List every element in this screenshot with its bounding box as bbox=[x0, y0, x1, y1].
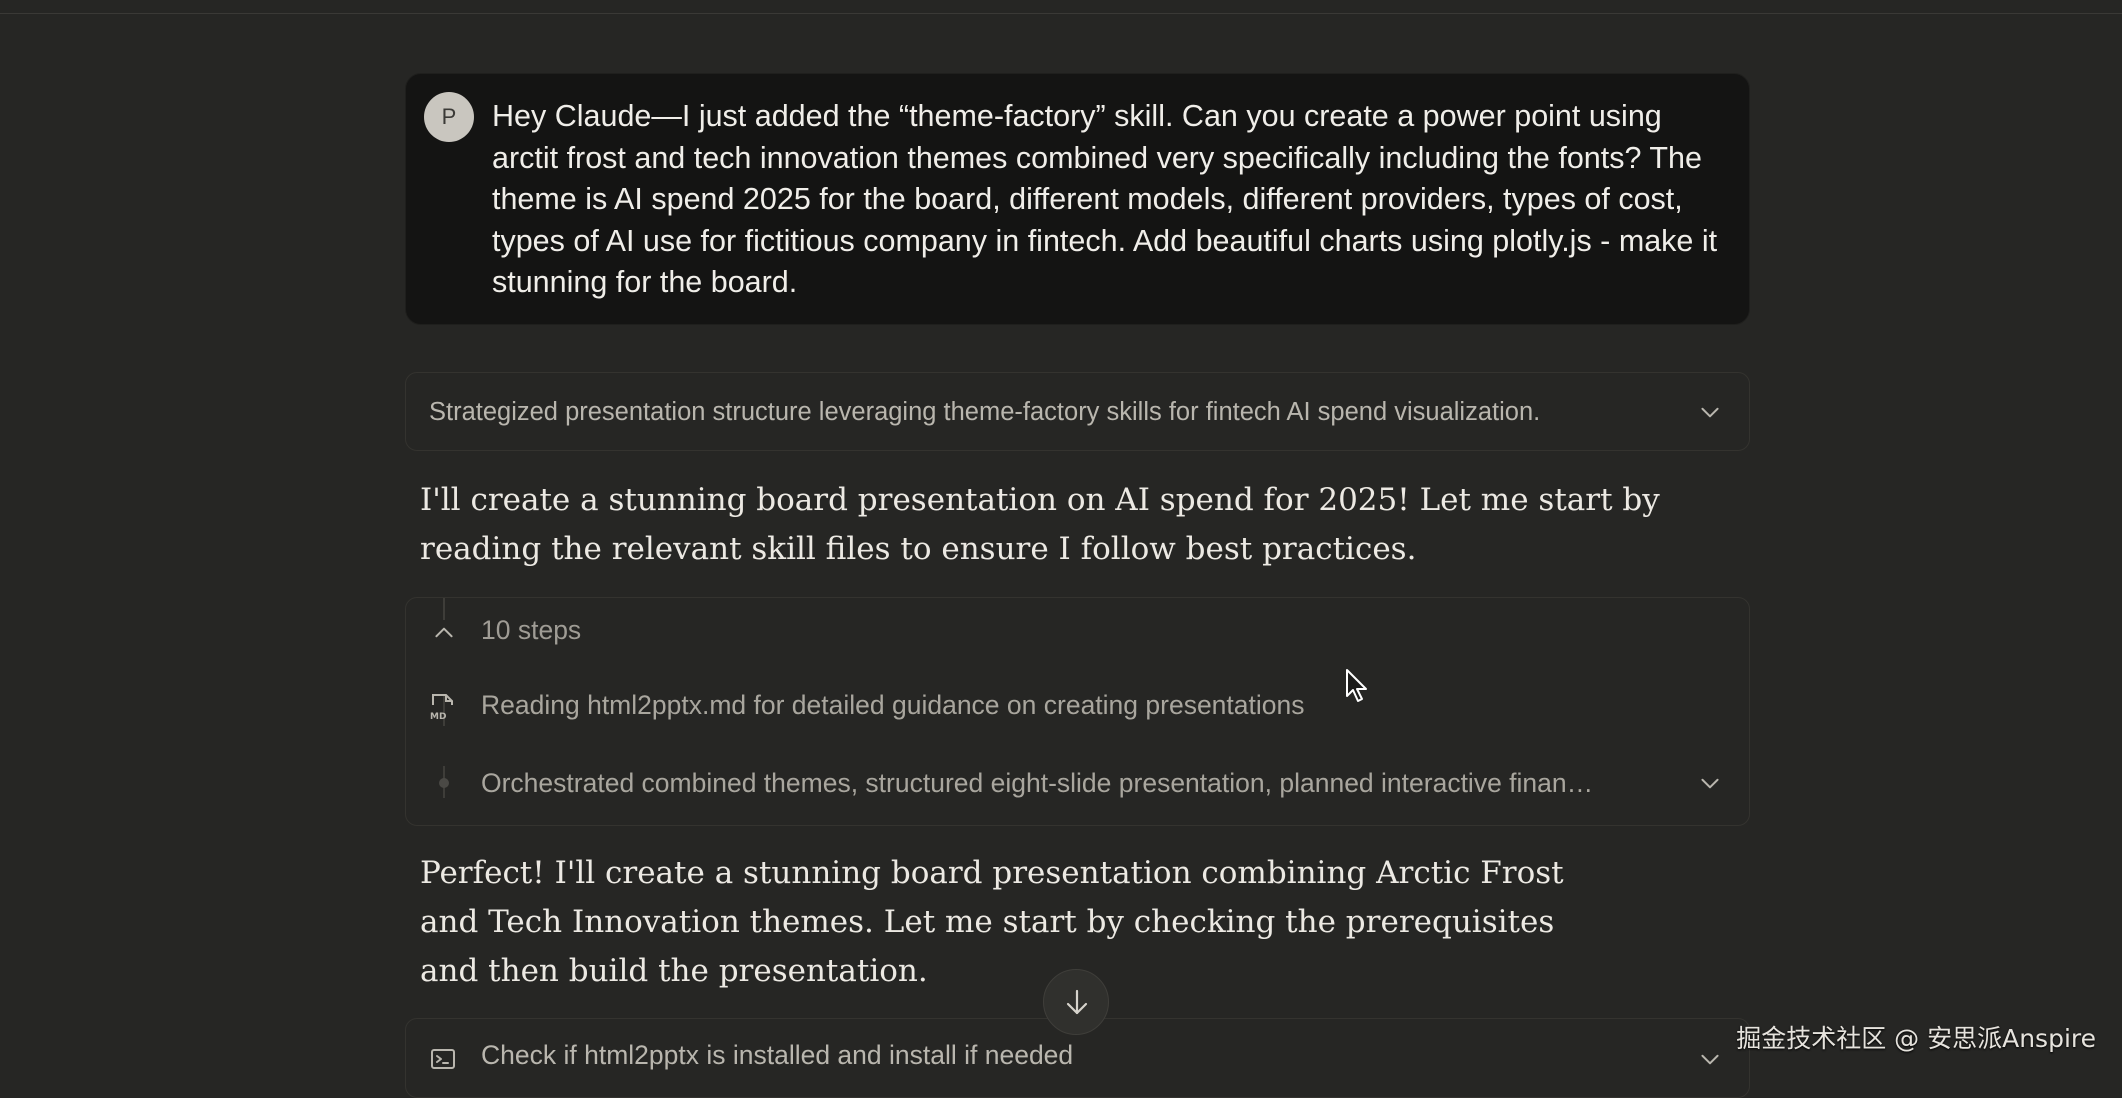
scroll-to-bottom-button[interactable] bbox=[1043, 969, 1109, 1035]
thinking-summary-text: Strategized presentation structure lever… bbox=[429, 398, 1541, 426]
chevron-up-icon[interactable] bbox=[431, 620, 457, 646]
dot-icon bbox=[439, 778, 449, 788]
user-avatar: P bbox=[424, 92, 474, 142]
svg-text:MD: MD bbox=[430, 712, 446, 722]
chevron-down-icon bbox=[1697, 399, 1723, 425]
terminal-icon bbox=[430, 1047, 456, 1071]
top-divider bbox=[0, 13, 2122, 14]
chevron-down-icon[interactable] bbox=[1697, 770, 1723, 796]
markdown-file-icon: MD bbox=[429, 692, 457, 722]
thinking-summary-toggle[interactable]: Strategized presentation structure lever… bbox=[405, 372, 1750, 451]
step-item[interactable]: Reading html2pptx.md for detailed guidan… bbox=[481, 690, 1305, 721]
steps-panel: 10 steps MD Reading html2pptx.md for det… bbox=[405, 597, 1750, 826]
watermark: 掘金技术社区 @ 安思派Anspire bbox=[1736, 1024, 2096, 1053]
steps-toggle-label[interactable]: 10 steps bbox=[481, 615, 581, 646]
tool-call-label: Check if html2pptx is installed and inst… bbox=[481, 1040, 1074, 1070]
user-message: P Hey Claude—I just added the “theme-fac… bbox=[405, 73, 1750, 325]
assistant-reply-1: I'll create a stunning board presentatio… bbox=[420, 482, 1660, 567]
assistant-reply-2: Perfect! I'll create a stunning board pr… bbox=[420, 855, 1564, 989]
step-item[interactable]: Orchestrated combined themes, structured… bbox=[481, 768, 1593, 799]
chevron-down-icon bbox=[1697, 1046, 1723, 1072]
mouse-cursor-icon bbox=[1345, 668, 1371, 704]
user-message-text: Hey Claude—I just added the “theme-facto… bbox=[492, 99, 1718, 299]
arrow-down-icon bbox=[1066, 989, 1088, 1015]
